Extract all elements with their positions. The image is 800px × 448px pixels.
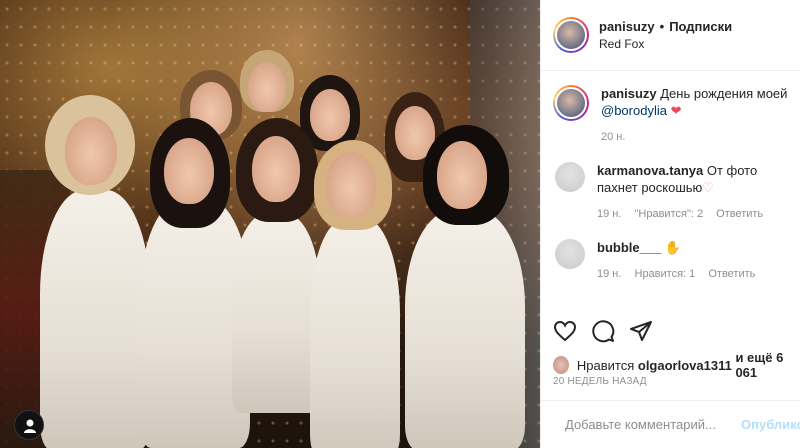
caption-username[interactable]: panisuzy [601, 86, 657, 101]
reply-button[interactable]: Ответить [716, 208, 763, 220]
comment-input[interactable] [565, 417, 741, 432]
following-button[interactable]: Подписки [669, 19, 732, 34]
add-comment-bar: Опубликовать [541, 400, 800, 448]
publish-button[interactable]: Опубликовать [741, 417, 800, 432]
caption-time[interactable]: 20 н. [601, 131, 625, 143]
caption-text: День рождения моей [660, 86, 788, 101]
liker-avatar [553, 356, 569, 374]
liker-username[interactable]: olgaorlova1311 [638, 358, 732, 373]
commenter-avatar[interactable] [555, 239, 585, 269]
caption: panisuzy День рождения моей @borodylia ❤… [553, 85, 788, 146]
comment-item: karmanova.tanya От фото пахнет роскошью♡… [553, 162, 788, 223]
comment-time[interactable]: 19 н. [597, 268, 621, 280]
send-icon[interactable] [629, 319, 653, 343]
author-username[interactable]: panisuzy [599, 19, 655, 34]
commenter-avatar[interactable] [555, 162, 585, 192]
heart-icon[interactable] [553, 319, 577, 343]
likes-prefix: Нравится [576, 357, 635, 373]
location-link[interactable]: Red Fox [599, 37, 732, 51]
heart-emoji: ❤ [670, 103, 682, 118]
user-tag-icon [24, 419, 36, 433]
comment-icon[interactable] [591, 319, 615, 343]
separator-dot: • [659, 19, 665, 34]
post-time[interactable]: 20 НЕДЕЛЬ НАЗАД [553, 376, 647, 387]
author-avatar[interactable] [553, 17, 589, 53]
caption-mention[interactable]: @borodylia [601, 103, 667, 118]
post-header: panisuzy • Подписки Red Fox [541, 0, 800, 71]
reply-button[interactable]: Ответить [708, 268, 755, 280]
comment-emoji: ♡ [702, 180, 714, 195]
comment-likes[interactable]: Нравится: 1 [635, 268, 696, 280]
comment-item: bubble___ ✋ 19 н. Нравится: 1 Ответить [553, 239, 788, 283]
comments-list[interactable]: panisuzy День рождения моей @borodylia ❤… [541, 71, 800, 302]
comment-username[interactable]: karmanova.tanya [597, 163, 703, 178]
comment-username[interactable]: bubble___ [597, 240, 661, 255]
caption-avatar[interactable] [553, 85, 589, 121]
comment-time[interactable]: 19 н. [597, 208, 621, 220]
tagged-users-button[interactable] [14, 410, 44, 440]
comment-emoji: ✋ [664, 240, 682, 255]
comment-likes[interactable]: "Нравится": 2 [635, 208, 704, 220]
post-sidebar: panisuzy • Подписки Red Fox panisuzy Ден… [540, 0, 800, 448]
post-photo[interactable] [0, 0, 540, 448]
action-bar [541, 316, 800, 346]
likes-count[interactable]: и ещё 6 061 [735, 350, 800, 380]
